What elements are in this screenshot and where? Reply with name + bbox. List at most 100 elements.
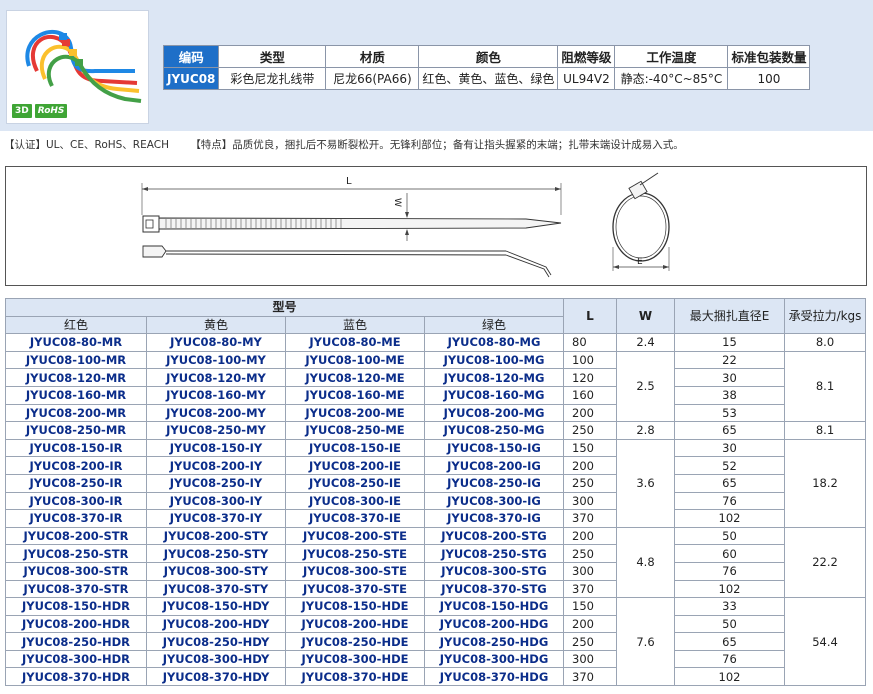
part-number-red: JYUC08-370-IR — [5, 509, 147, 528]
part-number-yellow: JYUC08-200-STY — [146, 526, 286, 546]
part-number-red: JYUC08-120-MR — [5, 368, 147, 387]
part-number-red: JYUC08-100-MR — [5, 350, 147, 370]
part-number-yellow: JYUC08-370-IY — [146, 509, 286, 528]
part-number-red: JYUC08-300-IR — [5, 491, 147, 511]
table-row: JYUC08-120-MR JYUC08-120-MY JYUC08-120-ME J… — [5, 368, 866, 387]
model-group-header: 型号 — [5, 298, 564, 317]
spec-header-material: 材质 — [325, 45, 420, 68]
tensile-strength-cell: 8.1 — [784, 421, 866, 440]
part-number-yellow: JYUC08-250-HDY — [146, 632, 286, 651]
width-cell: 2.5 — [616, 350, 675, 423]
length-label: L — [346, 176, 352, 187]
part-number-blue: JYUC08-200-STE — [285, 526, 425, 546]
diameter-label: E — [637, 257, 643, 267]
table-row: JYUC08-250-HDR JYUC08-250-HDY JYUC08-250-H… — [5, 632, 866, 651]
length-cell: 370 — [563, 579, 617, 599]
spec-value-type: 彩色尼龙扎线带 — [218, 67, 327, 90]
feature-note: 【特点】品质优良，捆扎后不易断裂松开。无锋利部位；备有让指头握紧的末端；扎带末端… — [190, 139, 684, 151]
table-row: JYUC08-100-MR JYUC08-100-MY JYUC08-100-ME J… — [5, 350, 866, 423]
col-header-red: 红色 — [5, 315, 147, 335]
part-number-blue: JYUC08-120-ME — [285, 368, 425, 387]
table-row: JYUC08-200-HDR JYUC08-200-HDY JYUC08-200-H… — [5, 614, 866, 634]
spec-value-material: 尼龙66(PA66) — [325, 67, 420, 90]
part-number-yellow: JYUC08-300-IY — [146, 491, 286, 511]
part-number-green: JYUC08-370-STG — [424, 579, 564, 599]
length-cell: 100 — [563, 350, 617, 370]
max-diameter-cell: 30 — [674, 438, 785, 458]
table-row: JYUC08-300-HDR JYUC08-300-HDY JYUC08-300-H… — [5, 649, 866, 669]
part-number-red: JYUC08-200-IR — [5, 456, 147, 475]
part-number-yellow: JYUC08-120-MY — [146, 368, 286, 387]
max-diameter-cell: 65 — [674, 473, 785, 493]
part-number-green: JYUC08-370-IG — [424, 509, 564, 528]
spec-value-row: JYUC08 彩色尼龙扎线带 尼龙66(PA66) 红色、黄色、蓝色、绿色 UL… — [162, 67, 811, 90]
part-number-yellow: JYUC08-250-IY — [146, 473, 286, 493]
spec-header-color: 颜色 — [418, 45, 559, 68]
max-diameter-cell: 38 — [674, 385, 785, 405]
part-number-yellow: JYUC08-250-MY — [146, 421, 286, 440]
cable-tie-drawing: L W E — [141, 172, 670, 278]
max-diameter-cell: 52 — [674, 456, 785, 475]
part-number-blue: JYUC08-370-IE — [285, 509, 425, 528]
max-diameter-cell: 102 — [674, 667, 785, 687]
spec-header-type: 类型 — [218, 45, 327, 68]
3d-badge: 3D — [12, 104, 32, 118]
header-band: 3D RoHS 编码 类型 材质 颜色 阻燃等级 工作温度 标准包装数量 JYU… — [0, 0, 873, 131]
tensile-strength-cell: 18.2 — [784, 438, 866, 528]
max-diameter-cell: 22 — [674, 350, 785, 370]
part-number-yellow: JYUC08-200-MY — [146, 403, 286, 423]
col-header-E: 最大捆扎直径E — [674, 297, 785, 335]
part-number-green: JYUC08-300-IG — [424, 491, 564, 511]
part-number-blue: JYUC08-300-IE — [285, 491, 425, 511]
part-number-yellow: JYUC08-200-HDY — [146, 614, 286, 634]
spec-value-color: 红色、黄色、蓝色、绿色 — [418, 67, 559, 90]
part-number-green: JYUC08-160-MG — [424, 385, 564, 405]
part-number-blue: JYUC08-300-STE — [285, 561, 425, 581]
length-cell: 150 — [563, 597, 617, 616]
part-number-yellow: JYUC08-80-MY — [146, 333, 286, 352]
spec-header-code: 编码 — [162, 45, 220, 68]
part-number-red: JYUC08-160-MR — [5, 385, 147, 405]
part-number-blue: JYUC08-300-HDE — [285, 649, 425, 669]
max-diameter-cell: 76 — [674, 649, 785, 669]
width-cell: 3.6 — [616, 438, 675, 528]
part-number-blue: JYUC08-200-HDE — [285, 614, 425, 634]
max-diameter-cell: 102 — [674, 509, 785, 528]
length-cell: 80 — [563, 333, 617, 352]
col-header-yellow: 黄色 — [146, 315, 286, 335]
width-cell: 2.8 — [616, 421, 675, 440]
max-diameter-cell: 15 — [674, 333, 785, 352]
spec-header-pack: 标准包装数量 — [727, 45, 811, 68]
spec-header-flame: 阻燃等级 — [557, 45, 616, 68]
part-number-blue: JYUC08-100-ME — [285, 350, 425, 370]
part-number-blue: JYUC08-370-HDE — [285, 667, 425, 687]
part-number-blue: JYUC08-150-IE — [285, 438, 425, 458]
part-number-yellow: JYUC08-250-STY — [146, 544, 286, 563]
part-number-red: JYUC08-200-STR — [5, 526, 147, 546]
length-cell: 200 — [563, 456, 617, 475]
technical-drawing: L W E — [5, 166, 867, 286]
max-diameter-cell: 33 — [674, 597, 785, 616]
max-diameter-cell: 76 — [674, 491, 785, 511]
part-number-blue: JYUC08-200-ME — [285, 403, 425, 423]
table-row: JYUC08-250-MR JYUC08-250-MY JYUC08-250-ME J… — [5, 421, 866, 440]
part-number-yellow: JYUC08-370-STY — [146, 579, 286, 599]
part-number-blue: JYUC08-80-ME — [285, 333, 425, 352]
rohs-badge: RoHS — [34, 104, 68, 118]
table-row: JYUC08-370-STR JYUC08-370-STY JYUC08-370-S… — [5, 579, 866, 599]
part-number-green: JYUC08-120-MG — [424, 368, 564, 387]
part-number-green: JYUC08-200-MG — [424, 403, 564, 423]
part-number-red: JYUC08-200-HDR — [5, 614, 147, 634]
spec-value-pack: 100 — [727, 67, 811, 90]
part-number-red: JYUC08-250-MR — [5, 421, 147, 440]
part-number-yellow: JYUC08-100-MY — [146, 350, 286, 370]
tensile-strength-cell: 54.4 — [784, 597, 866, 687]
length-cell: 300 — [563, 649, 617, 669]
part-number-blue: JYUC08-200-IE — [285, 456, 425, 475]
length-cell: 370 — [563, 667, 617, 687]
col-header-blue: 蓝色 — [285, 315, 425, 335]
part-number-green: JYUC08-300-STG — [424, 561, 564, 581]
tensile-strength-cell: 8.1 — [784, 350, 866, 423]
part-number-green: JYUC08-300-HDG — [424, 649, 564, 669]
spec-header-row: 编码 类型 材质 颜色 阻燃等级 工作温度 标准包装数量 — [162, 45, 811, 68]
